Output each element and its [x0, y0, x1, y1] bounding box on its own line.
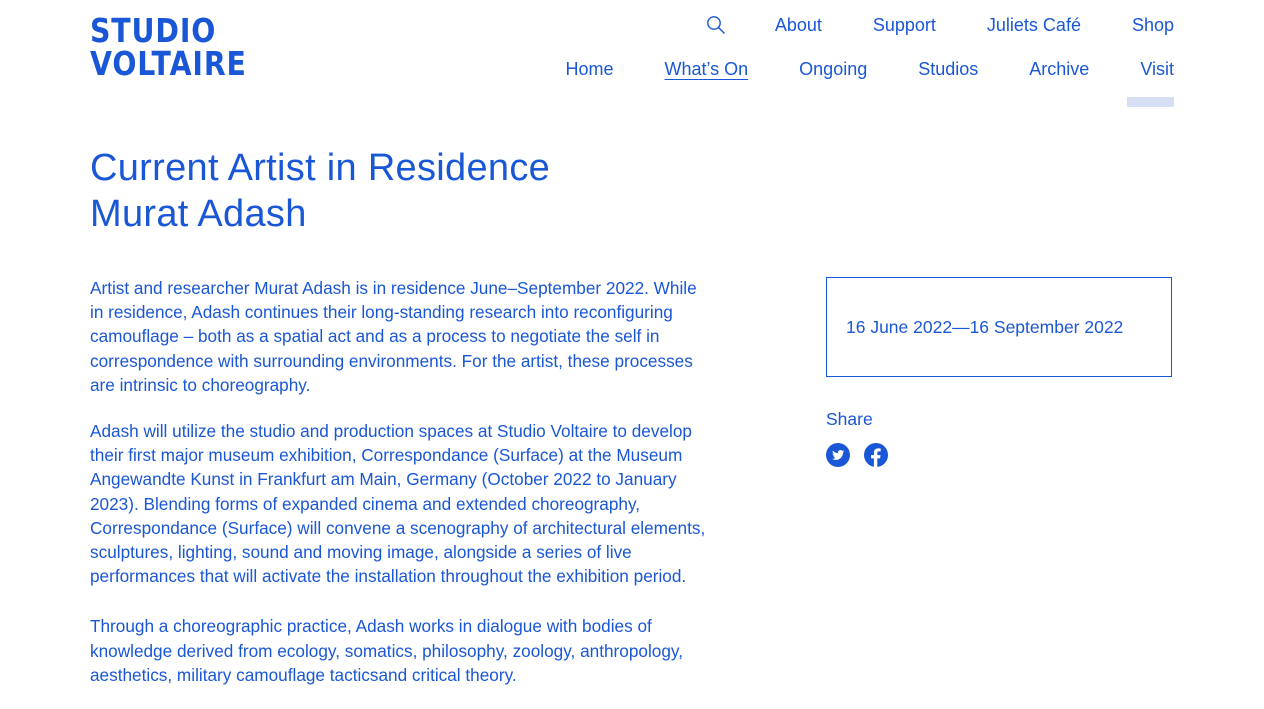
article-body: Artist and researcher Murat Adash is in …	[90, 276, 710, 709]
article-paragraph: Through a choreographic practice, Adash …	[90, 616, 683, 685]
top-nav-about[interactable]: About	[775, 15, 822, 36]
facebook-icon[interactable]	[864, 443, 888, 467]
article-paragraph: Artist and researcher Murat Adash is in …	[90, 278, 697, 395]
main-nav-ongoing[interactable]: Ongoing	[799, 59, 867, 80]
share-label: Share	[826, 409, 873, 429]
main-nav: Home What’s On Ongoing Studios Archive V…	[565, 56, 1174, 82]
top-nav-support[interactable]: Support	[873, 15, 936, 36]
page-title-line-1: Current Artist in Residence	[90, 147, 551, 189]
page-title-line-2: Murat Adash	[90, 193, 307, 235]
studio-voltaire-logo[interactable]: STUDIO VOLTAIRE	[90, 11, 247, 83]
main-nav-whats-on[interactable]: What’s On	[664, 59, 748, 80]
exhibition-dates: 16 June 2022—16 September 2022	[826, 277, 1172, 377]
main-nav-studios[interactable]: Studios	[918, 59, 978, 80]
logo-line-2: VOLTAIRE	[90, 44, 247, 83]
search-button[interactable]	[706, 15, 726, 35]
twitter-icon[interactable]	[826, 443, 850, 467]
article-paragraph: Adash will utilize the studio and produc…	[90, 421, 706, 587]
visit-tab-indicator	[1127, 97, 1174, 107]
top-nav-shop[interactable]: Shop	[1132, 15, 1174, 36]
main-nav-home[interactable]: Home	[565, 59, 613, 80]
logo-line-1: STUDIO	[90, 11, 217, 50]
top-nav-juliets-cafe[interactable]: Juliets Café	[987, 15, 1081, 36]
share-icons	[826, 443, 888, 467]
main-nav-archive[interactable]: Archive	[1029, 59, 1089, 80]
main-nav-visit[interactable]: Visit	[1140, 59, 1174, 80]
top-nav: About Support Juliets Café Shop	[706, 12, 1174, 38]
search-icon	[706, 16, 725, 34]
page-title: Current Artist in Residence Murat Adash	[90, 145, 550, 237]
